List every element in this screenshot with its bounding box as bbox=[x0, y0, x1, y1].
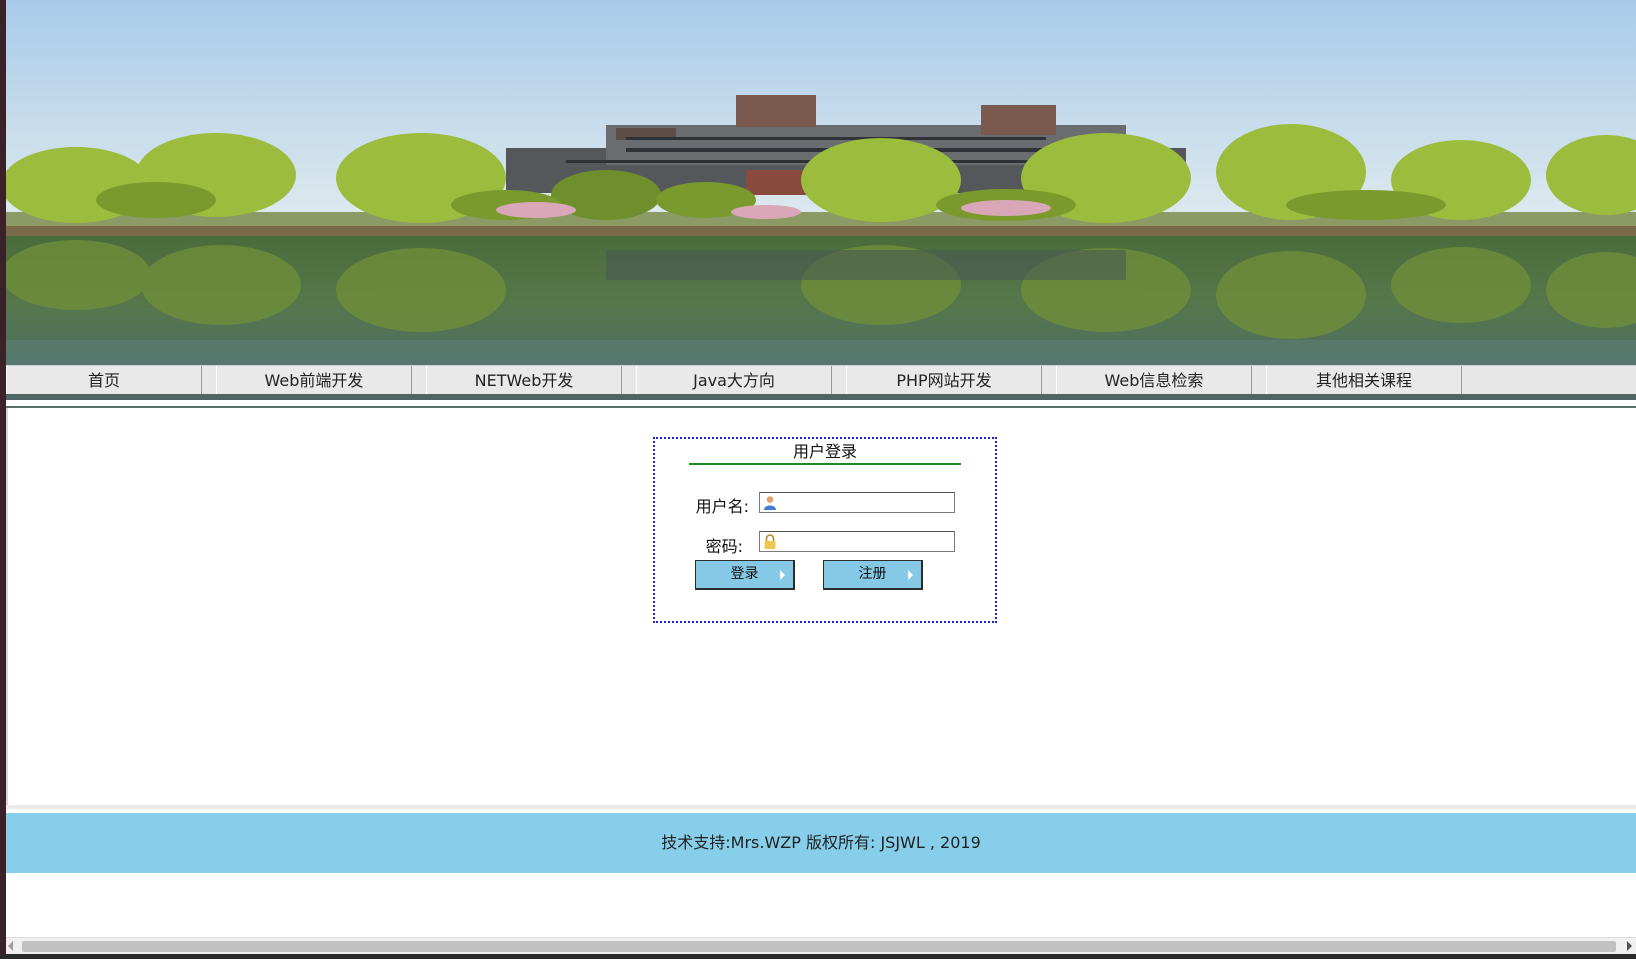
nav-item-java[interactable]: Java大方向 bbox=[636, 366, 832, 395]
nav-item-web-search[interactable]: Web信息检索 bbox=[1056, 366, 1252, 395]
arrow-right-icon bbox=[780, 570, 785, 580]
main-nav: 首页 Web前端开发 NETWeb开发 Java大方向 PHP网站开发 Web信… bbox=[6, 365, 1636, 395]
nav-divider-light bbox=[6, 400, 1636, 408]
scrollbar-thumb[interactable] bbox=[22, 941, 1616, 952]
user-icon bbox=[764, 496, 776, 510]
footer: 技术支持:Mrs.WZP 版权所有: JSJWL , 2019 bbox=[6, 813, 1636, 873]
password-input[interactable] bbox=[759, 531, 955, 552]
arrow-right-icon bbox=[908, 570, 913, 580]
footer-copyright: 技术支持:Mrs.WZP 版权所有: JSJWL , 2019 bbox=[661, 833, 981, 852]
nav-item-php[interactable]: PHP网站开发 bbox=[846, 366, 1042, 395]
login-form: 用户登录 用户名: 密码: 登录 注册 bbox=[653, 437, 997, 623]
login-title: 用户登录 bbox=[689, 441, 961, 465]
window-bottom-edge bbox=[0, 954, 1636, 959]
password-label: 密码: bbox=[705, 537, 743, 556]
nav-item-netweb[interactable]: NETWeb开发 bbox=[426, 366, 622, 395]
page: 首页 Web前端开发 NETWeb开发 Java大方向 PHP网站开发 Web信… bbox=[6, 0, 1636, 940]
nav-item-home[interactable]: 首页 bbox=[6, 366, 202, 395]
main-content: 用户登录 用户名: 密码: 登录 注册 bbox=[6, 408, 1636, 805]
nav-item-other-courses[interactable]: 其他相关课程 bbox=[1266, 366, 1462, 395]
login-button-label: 登录 bbox=[730, 566, 759, 582]
register-button[interactable]: 注册 bbox=[823, 560, 923, 590]
footer-separator bbox=[6, 805, 1636, 809]
horizontal-scrollbar[interactable] bbox=[6, 937, 1636, 955]
username-input[interactable] bbox=[759, 492, 955, 513]
nav-item-web-frontend[interactable]: Web前端开发 bbox=[216, 366, 412, 395]
scroll-right-arrow-icon[interactable] bbox=[1627, 941, 1632, 951]
scroll-left-arrow-icon[interactable] bbox=[8, 941, 13, 951]
register-button-label: 注册 bbox=[858, 566, 887, 582]
browser-viewport: 首页 Web前端开发 NETWeb开发 Java大方向 PHP网站开发 Web信… bbox=[0, 0, 1636, 959]
banner-image bbox=[6, 0, 1636, 365]
username-label: 用户名: bbox=[695, 497, 749, 516]
lock-icon bbox=[764, 534, 776, 549]
login-button[interactable]: 登录 bbox=[695, 560, 795, 590]
